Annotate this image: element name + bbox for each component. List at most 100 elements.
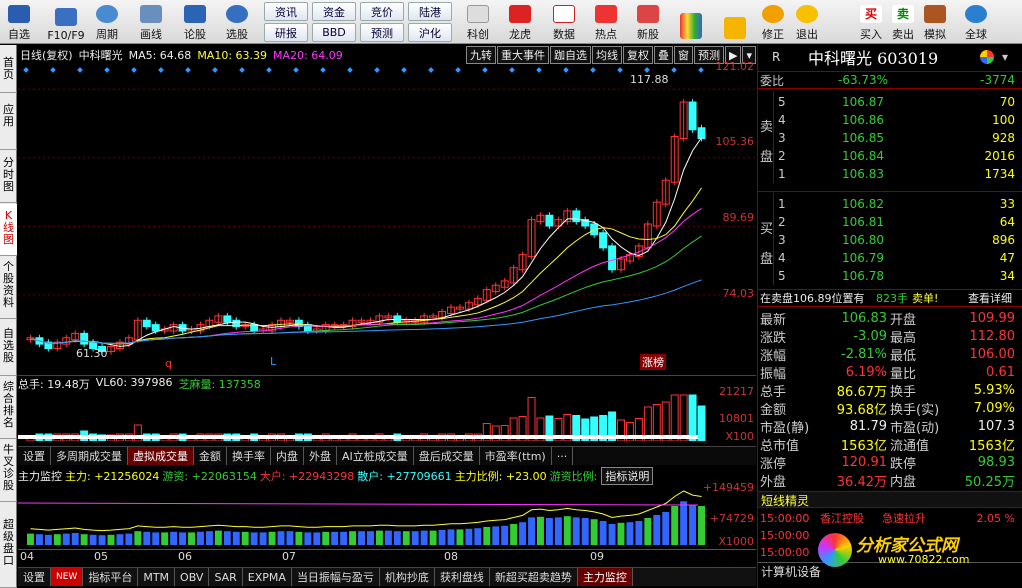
tab-amount[interactable]: 金额 [194, 447, 227, 465]
sidebar-tab-timeshare[interactable]: 分时图 [0, 151, 17, 203]
tab-sar[interactable]: SAR [209, 568, 243, 586]
btn-lugang[interactable]: 陆港 [408, 2, 452, 21]
btn-ma[interactable]: 均线 [592, 46, 622, 64]
toolbar-xingu[interactable]: 新股 [632, 0, 664, 44]
sidebar-tab-diagnosis[interactable]: 牛叉诊股 [0, 440, 17, 502]
candlestick-chart[interactable] [18, 65, 756, 375]
tab-multi-period-volume[interactable]: 多周期成交量 [51, 447, 128, 465]
event-marker-icon [131, 67, 137, 73]
btn-huhua[interactable]: 沪化 [408, 23, 452, 42]
toolbar-lungu[interactable]: 论股 [180, 0, 210, 44]
market-code: R [772, 50, 781, 64]
btn-fuquan[interactable]: 复权 [623, 46, 653, 64]
sidebar-tab-ranking[interactable]: 综合排名 [0, 377, 17, 439]
sidebar-tab-apps[interactable]: 应用 [0, 94, 17, 150]
tab-setting[interactable]: 设置 [18, 447, 51, 465]
btn-bbd[interactable]: BBD [312, 23, 356, 42]
tab-turnover[interactable]: 换手率 [227, 447, 271, 465]
short-elf-title[interactable]: 短线精灵 [758, 491, 1022, 508]
flow-bar [116, 534, 124, 545]
btn-add-watch[interactable]: 跏自选 [550, 46, 591, 64]
toolbar-f10[interactable]: F10/F9 [44, 0, 88, 44]
toolbar-back[interactable] [720, 0, 750, 44]
mark-zhangbang[interactable]: 涨榜 [640, 354, 666, 370]
tab-outer[interactable]: 外盘 [304, 447, 337, 465]
tab-pe-ttm[interactable]: 市盈率(ttm) [480, 447, 552, 465]
btn-indicator-help[interactable]: 指标说明 [601, 467, 654, 485]
toolbar-xiuzheng[interactable]: 修正 [758, 0, 788, 44]
btn-jingjia[interactable]: 竞价 [360, 2, 404, 21]
sell-level-3[interactable]: 3 106.85 928 [758, 129, 1022, 147]
tab-inner[interactable]: 内盘 [271, 447, 304, 465]
view-detail-link[interactable]: 查看详细 [968, 290, 1012, 306]
sell-level-5[interactable]: 5 106.87 70 [758, 93, 1022, 111]
toolbar-xuangu[interactable]: 选股 [222, 0, 252, 44]
btn-window[interactable]: 窗 [674, 46, 693, 64]
stock-name-label: 中科曙光 [78, 49, 123, 62]
chevron-down-icon[interactable]: ▾ [1002, 50, 1008, 64]
btn-overlay[interactable]: 叠 [654, 46, 673, 64]
buy-level-1[interactable]: 1 106.82 33 [758, 195, 1022, 213]
tab-amplitude[interactable]: 当日振幅与盈亏 [292, 568, 380, 586]
toolbar-quanqiu[interactable]: 全球 [960, 0, 992, 44]
toolbar-zhouqi[interactable]: 周期 [92, 0, 122, 44]
tab-expma[interactable]: EXPMA [243, 568, 292, 586]
flow-bar [98, 535, 106, 545]
sell-level-4[interactable]: 4 106.86 100 [758, 111, 1022, 129]
toolbar-zixuan[interactable]: 自选 [4, 0, 34, 44]
buy-level-3[interactable]: 3 106.80 896 [758, 231, 1022, 249]
toolbar-huaxian[interactable]: 画线 [136, 0, 166, 44]
sidebar-tab-watchlist[interactable]: 自选股 [0, 320, 17, 376]
sell-level-2[interactable]: 2 106.84 2016 [758, 147, 1022, 165]
exit-icon [796, 5, 818, 23]
vol-y-2: 10801 [719, 412, 754, 425]
btn-events[interactable]: 重大事件 [497, 46, 549, 64]
flow-bar [232, 531, 240, 545]
stock-title: 中科曙光 603019 [808, 49, 939, 68]
sidebar-tab-kline[interactable]: K线图 [0, 204, 17, 256]
tab-mtm[interactable]: MTM [138, 568, 176, 586]
buy-level-2[interactable]: 2 106.81 64 [758, 213, 1022, 231]
toolbar-moni[interactable]: 模拟 [920, 0, 950, 44]
tab-overbought[interactable]: 新超买超卖趋势 [490, 568, 578, 586]
toolbar-shuju[interactable]: 数据 [548, 0, 580, 44]
tab-bottom-setting[interactable]: 设置 [18, 568, 51, 586]
tab-institution[interactable]: 机构抄底 [380, 568, 435, 586]
btn-yuce[interactable]: 预测 [360, 23, 404, 42]
tab-after-hours[interactable]: 盘后成交量 [414, 447, 480, 465]
tab-obv[interactable]: OBV [175, 568, 210, 586]
tab-profit-line[interactable]: 获利盘线 [435, 568, 490, 586]
elf-row[interactable]: 15:00:00 香江控股 急速拉升 2.05 % [758, 509, 1022, 527]
toolbar-mairu[interactable]: 买买入 [856, 0, 886, 44]
toolbar-redian[interactable]: 热点 [590, 0, 622, 44]
pie-icon[interactable] [980, 50, 994, 64]
flow-bar [635, 521, 643, 545]
buy-level-4[interactable]: 4 106.79 47 [758, 249, 1022, 267]
btn-zijin[interactable]: 资金 [312, 2, 356, 21]
event-marker-icon [563, 67, 569, 73]
btn-zixun[interactable]: 资讯 [264, 2, 308, 21]
sidebar-tab-orderbook[interactable]: 超级盘口 [0, 503, 17, 588]
volume-chart[interactable] [18, 391, 756, 441]
flow-bar [617, 522, 625, 545]
btn-yanbao[interactable]: 研报 [264, 23, 308, 42]
tab-indicator-platform[interactable]: 指标平台 [83, 568, 139, 586]
btn-jiuzhuan[interactable]: 九转 [466, 46, 496, 64]
money-flow-chart[interactable] [18, 485, 756, 549]
toolbar-color[interactable] [676, 0, 706, 44]
candle-body [80, 332, 89, 345]
candle-body [545, 214, 554, 227]
tab-virtual-volume[interactable]: 虚拟成交量 [128, 447, 194, 465]
buy-level-5[interactable]: 5 106.78 34 [758, 267, 1022, 285]
toolbar-maichu[interactable]: 卖卖出 [888, 0, 918, 44]
sidebar-tab-home[interactable]: 首页 [0, 45, 17, 93]
tab-more[interactable]: ··· [552, 447, 574, 465]
tab-ai-volume[interactable]: AI立桩成交量 [337, 447, 414, 465]
sell-level-1[interactable]: 1 106.83 1734 [758, 165, 1022, 183]
sidebar-tab-profile[interactable]: 个股资料 [0, 257, 17, 319]
tab-main-monitor[interactable]: 主力监控 [577, 568, 633, 586]
toolbar-kechuang[interactable]: 科创 [462, 0, 494, 44]
flow-bar [590, 519, 598, 545]
toolbar-longhu[interactable]: 龙虎 [504, 0, 536, 44]
toolbar-tuichu[interactable]: 退出 [792, 0, 822, 44]
